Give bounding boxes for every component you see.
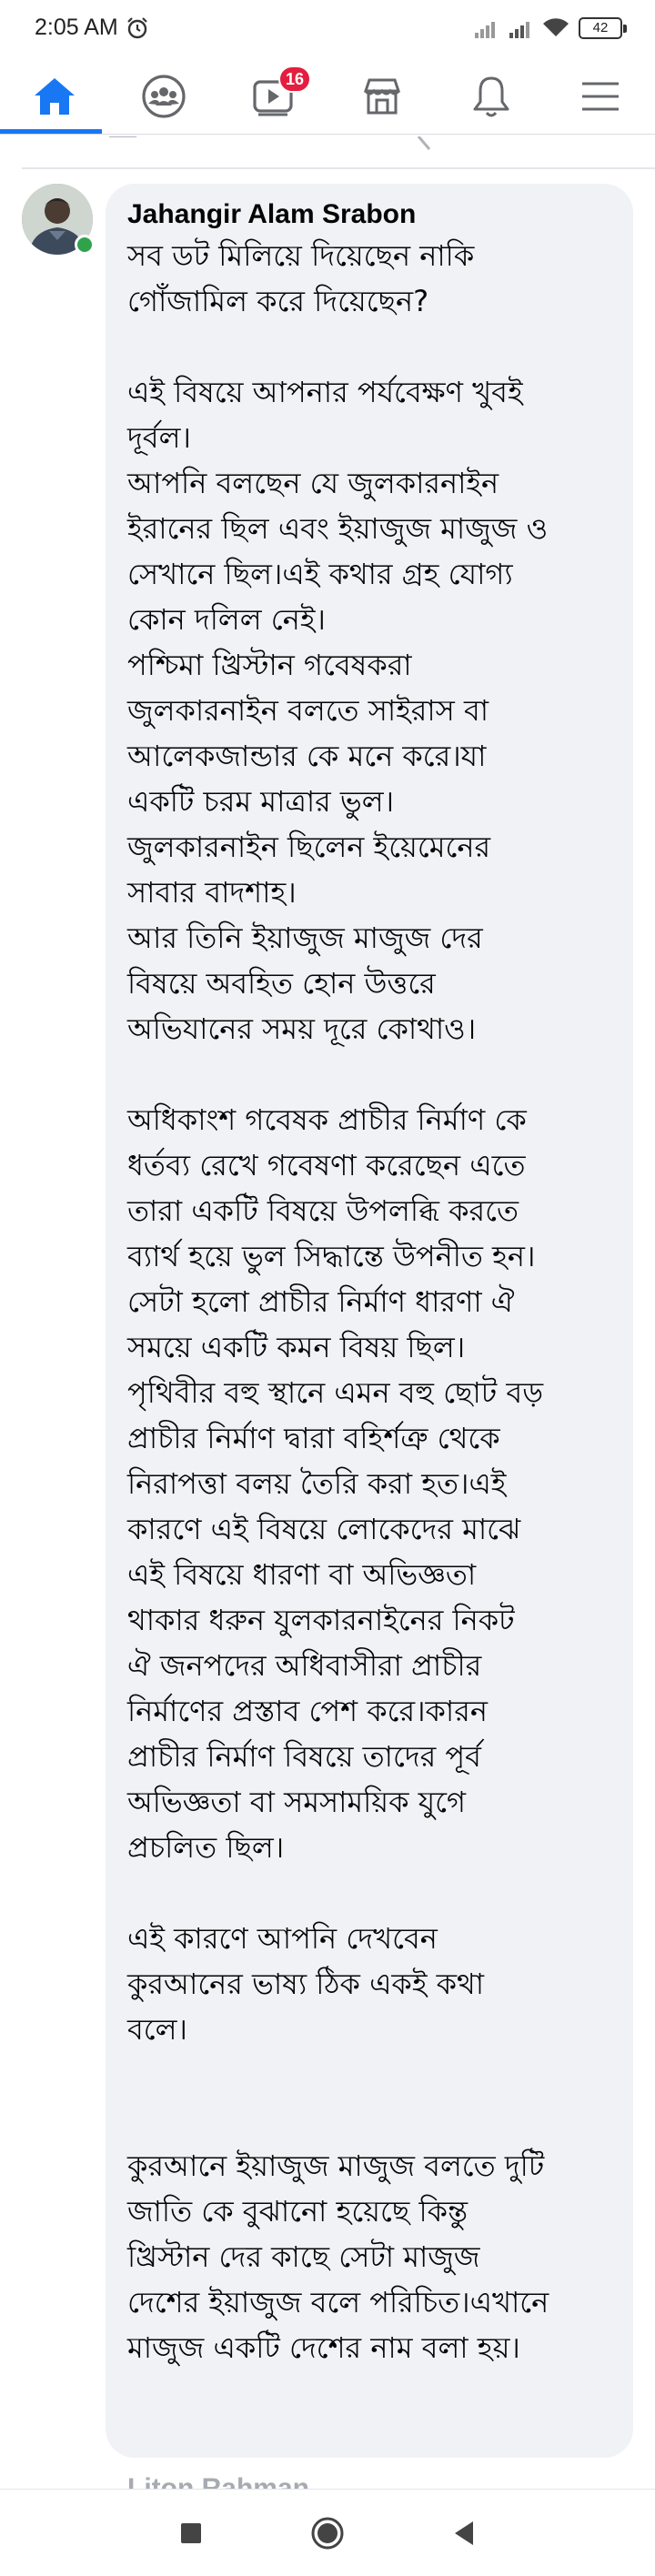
text-line: সব ডট মিলিয়ে দিয়েছেন নাকি [127,238,475,273]
text-line: থাকার ধরুন যুলকারনাইনের নিকট [127,1603,515,1637]
text-line: আপনি বলছেন যে জুলকারনাইন [127,466,499,500]
text-line: প্রাচীর নির্মাণ দ্বারা বহির্শত্রু থেকে [127,1421,500,1455]
text-line: সময়ে একটি কমন বিষয় ছিল। [127,1330,466,1364]
top-nav-bar: 16 [0,58,655,135]
text-line: কুরআনের ভাষ্য ঠিক একই কথা [127,1967,485,2001]
text-line: ইরানের ছিল এবং ইয়াজুজ মাজুজ ও [127,511,549,546]
text-line: ব্যার্থ হয়ে ভুল সিদ্ধান্তে উপনীত হন। [127,1239,536,1273]
signal-icon-2 [509,22,529,38]
system-navigation-bar [0,2489,655,2576]
text-line: পশ্চিমা খ্রিস্টান গবেষকরা [127,648,412,682]
tab-home[interactable] [0,58,109,135]
comment-paragraph: অধিকাংশ গবেষক প্রাচীর নির্মাণ কে ধর্তব্য… [127,1097,611,1870]
comment-text: সব ডট মিলিয়ে দিয়েছেন নাকি গোঁজামিল করে… [127,233,611,2370]
text-line: এই বিষয়ে আপনার পর্যবেক্ষণ খুবই [127,375,523,409]
back-icon [455,2521,473,2545]
online-status-dot [75,235,95,255]
text-line: দূর্বল। [127,420,191,455]
text-line: ঐ জনপদের অধিবাসীরা প্রাচীর [127,1648,482,1683]
text-line: পৃথিবীর বহু স্থানে এমন বহু ছোট বড় [127,1375,544,1410]
watch-notification-badge: 16 [278,65,312,93]
text-line: তারা একটি বিষয়ে উপলব্ধি করতে [127,1193,519,1228]
comment-paragraph: এই বিষয়ে আপনার পর্যবেক্ষণ খুবই দূর্বল। … [127,369,611,1052]
text-line: সাবার বাদশাহ। [127,875,297,910]
text-line: দেশের ইয়াজুজ বলে পরিচিত।এখানে [127,2285,549,2319]
alarm-icon [127,17,147,39]
text-line: প্রচলিত ছিল। [127,1830,285,1865]
groups-icon [142,75,186,118]
text-line: সেখানে ছিল।এই কথার গ্রহ যোগ্য [127,557,513,591]
tab-groups[interactable] [109,58,218,135]
text-line: বলে। [127,2012,187,2047]
text-line: বিষয়ে অবহিত হোন উত্তরে [127,966,436,1001]
hamburger-icon [582,82,619,111]
home-circle-icon [311,2517,344,2550]
comment-bubble: Jahangir Alam Srabon সব ডট মিলিয়ে দিয়ে… [106,184,633,2458]
text-line: অভিযানের সময় দূরে কোথাও। [127,1011,477,1046]
active-tab-indicator [0,129,102,134]
recents-icon [181,2523,201,2543]
text-line: জুলকারনাইন ছিলেন ইয়েমেনের [127,830,491,864]
text-line: গোঁজামিল করে দিয়েছেন? [127,284,429,318]
text-line: অধিকাংশ গবেষক প্রাচীর নির্মাণ কে [127,1102,527,1137]
home-icon [35,78,75,115]
text-line: কারণে এই বিষয়ে লোকেদের মাঝে [127,1512,521,1546]
wifi-icon [543,18,569,36]
text-line: একটি চরম মাত্রার ভুল। [127,784,395,819]
text-line: নির্মাণের প্রস্তাব পেশ করে।কারন [127,1694,488,1728]
text-line: খ্রিস্টান দের কাছে সেটা মাজুজ [127,2239,480,2274]
text-line: মাজুজ একটি দেশের নাম বলা হয়। [127,2330,520,2365]
text-line: ধর্তব্য রেখে গবেষণা করেছেন এতে [127,1148,526,1182]
text-line: এই বিষয়ে ধারণা বা অভিজ্ঞতা [127,1557,477,1592]
comment-author[interactable]: Jahangir Alam Srabon [127,198,611,231]
comment-paragraph: কুরআনে ইয়াজুজ মাজুজ বলতে দুটি জাতি কে ব… [127,2143,611,2370]
back-button[interactable] [418,2490,509,2576]
home-system-button[interactable] [282,2490,373,2576]
next-comment-author[interactable]: Liton Rahman [127,2472,309,2489]
text-line: অভিজ্ঞতা বা সমসাময়িক যুগে [127,1785,466,1819]
tab-menu[interactable] [546,58,655,135]
text-line: জাতি কে বুঝানো হয়েছে কিন্তু [127,2194,469,2229]
recents-button[interactable] [146,2490,237,2576]
tab-notifications[interactable] [437,58,546,135]
store-icon [363,78,401,115]
text-line: জুলকারনাইন বলতে সাইরাস বা [127,693,489,728]
signal-icon [475,22,495,38]
status-bar: 2:05 AM 42 [0,0,655,58]
text-line: সেটা হলো প্রাচীর নির্মাণ ধারণা ঐ [127,1284,515,1319]
text-line: নিরাপত্তা বলয় তৈরি করা হত।এই [127,1466,507,1501]
tab-watch[interactable]: 16 [218,58,328,135]
text-line: আর তিনি ইয়াজুজ মাজুজ দের [127,921,483,955]
divider [22,167,655,169]
tab-marketplace[interactable] [328,58,437,135]
text-line: কুরআনে ইয়াজুজ মাজুজ বলতে দুটি [127,2148,545,2183]
status-time: 2:05 AM [35,15,118,40]
comment-paragraph: এই কারণে আপনি দেখবেন কুরআনের ভাষ্য ঠিক এ… [127,1916,611,2052]
bell-icon [473,76,509,117]
comment-paragraph: সব ডট মিলিয়ে দিয়েছেন নাকি গোঁজামিল করে… [127,233,611,324]
text-line: কোন দলিল নেই। [127,602,326,637]
previous-comment-actions-peek [109,136,431,150]
text-line: প্রাচীর নির্মাণ বিষয়ে তাদের পূর্ব [127,1739,481,1774]
text-line: আলেকজান্ডার কে মনে করে।যা [127,739,487,773]
text-line: এই কারণে আপনি দেখবেন [127,1921,438,1956]
battery-indicator: 42 [579,17,627,39]
